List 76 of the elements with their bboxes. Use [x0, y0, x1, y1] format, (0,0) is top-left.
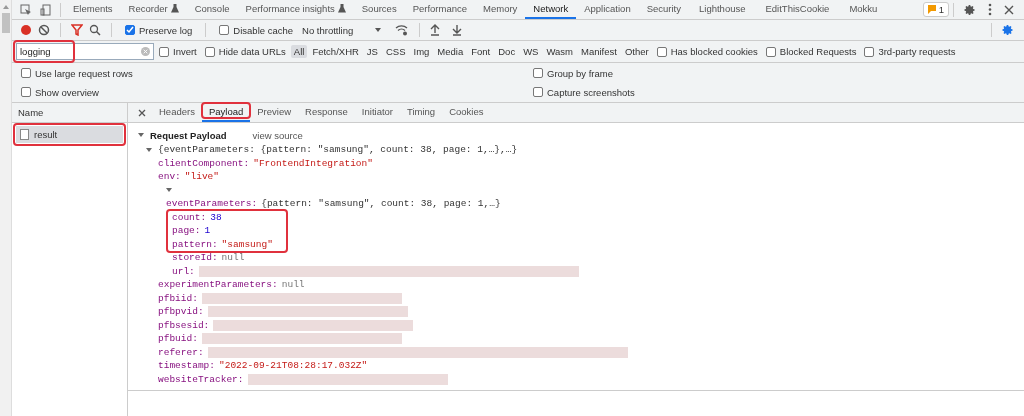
property-key: timestamp:	[158, 360, 215, 372]
detail-tab[interactable]: Cookies	[442, 103, 491, 122]
checkbox-label: Blocked Requests	[779, 46, 857, 57]
property-value: 38	[210, 211, 222, 223]
object-summary: {pattern: "samsung", count: 38, page: 1,…}	[261, 198, 501, 210]
panel-tab[interactable]: Elements	[65, 0, 121, 19]
panel-tab[interactable]: Lighthouse	[689, 0, 756, 19]
detail-tab[interactable]: Initiator	[354, 103, 400, 122]
type-filter-button[interactable]: CSS	[382, 45, 409, 58]
property-key: clientComponent:	[158, 157, 250, 169]
panel-tab[interactable]: Application	[576, 0, 639, 19]
property-key: page:	[172, 225, 201, 237]
property-key: referer:	[158, 346, 204, 358]
property-value: 1	[204, 225, 211, 237]
detail-tab[interactable]: Response	[298, 103, 355, 122]
checkbox-label: Preserve log	[139, 24, 193, 36]
property-key: eventParameters:	[166, 198, 258, 210]
issues-badge[interactable]: 1	[922, 2, 949, 17]
type-filter-button[interactable]: Wasm	[543, 45, 576, 58]
panel-tab[interactable]: Memory	[475, 0, 526, 19]
property-key: env:	[158, 171, 181, 183]
type-filter-button[interactable]: All	[290, 45, 308, 58]
property-value: "samsung"	[221, 238, 273, 250]
panel-tab[interactable]: Performance insights	[237, 0, 354, 19]
throttling-select[interactable]: No throttling	[302, 24, 382, 36]
panel-tab[interactable]: Security	[638, 0, 689, 19]
detail-tab[interactable]: Headers	[152, 103, 202, 122]
property-value: null	[221, 252, 245, 264]
object-summary: {eventParameters: {pattern: "samsung", count: 38, page: 1,…},…}	[158, 144, 518, 156]
type-filter-button[interactable]: Font	[468, 45, 494, 58]
panel-tab[interactable]: Recorder	[120, 0, 187, 19]
type-filter-button[interactable]: Other	[621, 45, 652, 58]
type-filter-button[interactable]: Doc	[495, 45, 519, 58]
request-row[interactable]: result	[16, 126, 123, 143]
checkbox-label: Invert	[173, 46, 197, 57]
checkbox-label: Group by frame	[547, 67, 613, 79]
property-key: pfbpvid:	[158, 306, 204, 318]
checkbox-label: Hide data URLs	[218, 46, 286, 57]
property-value: "live"	[184, 171, 220, 183]
property-value: null	[281, 279, 305, 291]
type-filter-button[interactable]: JS	[363, 45, 381, 58]
detail-tab[interactable]: Payload	[201, 103, 251, 122]
view-source-link[interactable]: view source	[252, 129, 303, 141]
column-header: Name	[18, 107, 44, 118]
checkbox-label: Has blocked cookies	[670, 46, 758, 57]
type-filter-button[interactable]: Img	[410, 45, 433, 58]
property-key: websiteTracker:	[158, 373, 244, 385]
property-key: count:	[172, 211, 207, 223]
checkbox-label: Capture screenshots	[547, 86, 635, 98]
panel-tab[interactable]: EditThisCookie	[755, 0, 840, 19]
panel-tab[interactable]: Performance	[404, 0, 476, 19]
type-filter-button[interactable]: Fetch/XHR	[309, 45, 362, 58]
detail-tab[interactable]: Preview	[250, 103, 299, 122]
property-value: "2022-09-21T08:28:17.032Z"	[219, 360, 368, 372]
checkbox-label: Show overview	[35, 86, 99, 98]
checkbox-label: Disable cache	[233, 24, 293, 36]
panel-tab[interactable]: Sources	[353, 0, 405, 19]
panel-tab[interactable]: Mokku	[839, 0, 888, 19]
property-key: pattern:	[172, 238, 218, 250]
type-filter-button[interactable]: WS	[520, 45, 542, 58]
property-key: pfbsesid:	[158, 319, 210, 331]
checkbox-label: Use large request rows	[35, 67, 133, 79]
detail-tab[interactable]: Timing	[400, 103, 443, 122]
property-key: pfbiid:	[158, 292, 198, 304]
property-key: url:	[172, 265, 195, 277]
property-key: pfbuid:	[158, 333, 198, 345]
section-title: Request Payload	[150, 129, 227, 141]
type-filter-button[interactable]: Media	[434, 45, 467, 58]
property-key: experimentParameters:	[158, 279, 278, 291]
checkbox-label: 3rd-party requests	[878, 46, 956, 57]
type-filter-button[interactable]: Manifest	[578, 45, 620, 58]
panel-tab[interactable]: Console	[186, 0, 238, 19]
issues-count: 1	[938, 4, 944, 15]
property-key: storeId:	[172, 252, 218, 264]
filter-field[interactable]: logging	[16, 43, 154, 60]
property-value: "FrontendIntegration"	[253, 157, 373, 169]
